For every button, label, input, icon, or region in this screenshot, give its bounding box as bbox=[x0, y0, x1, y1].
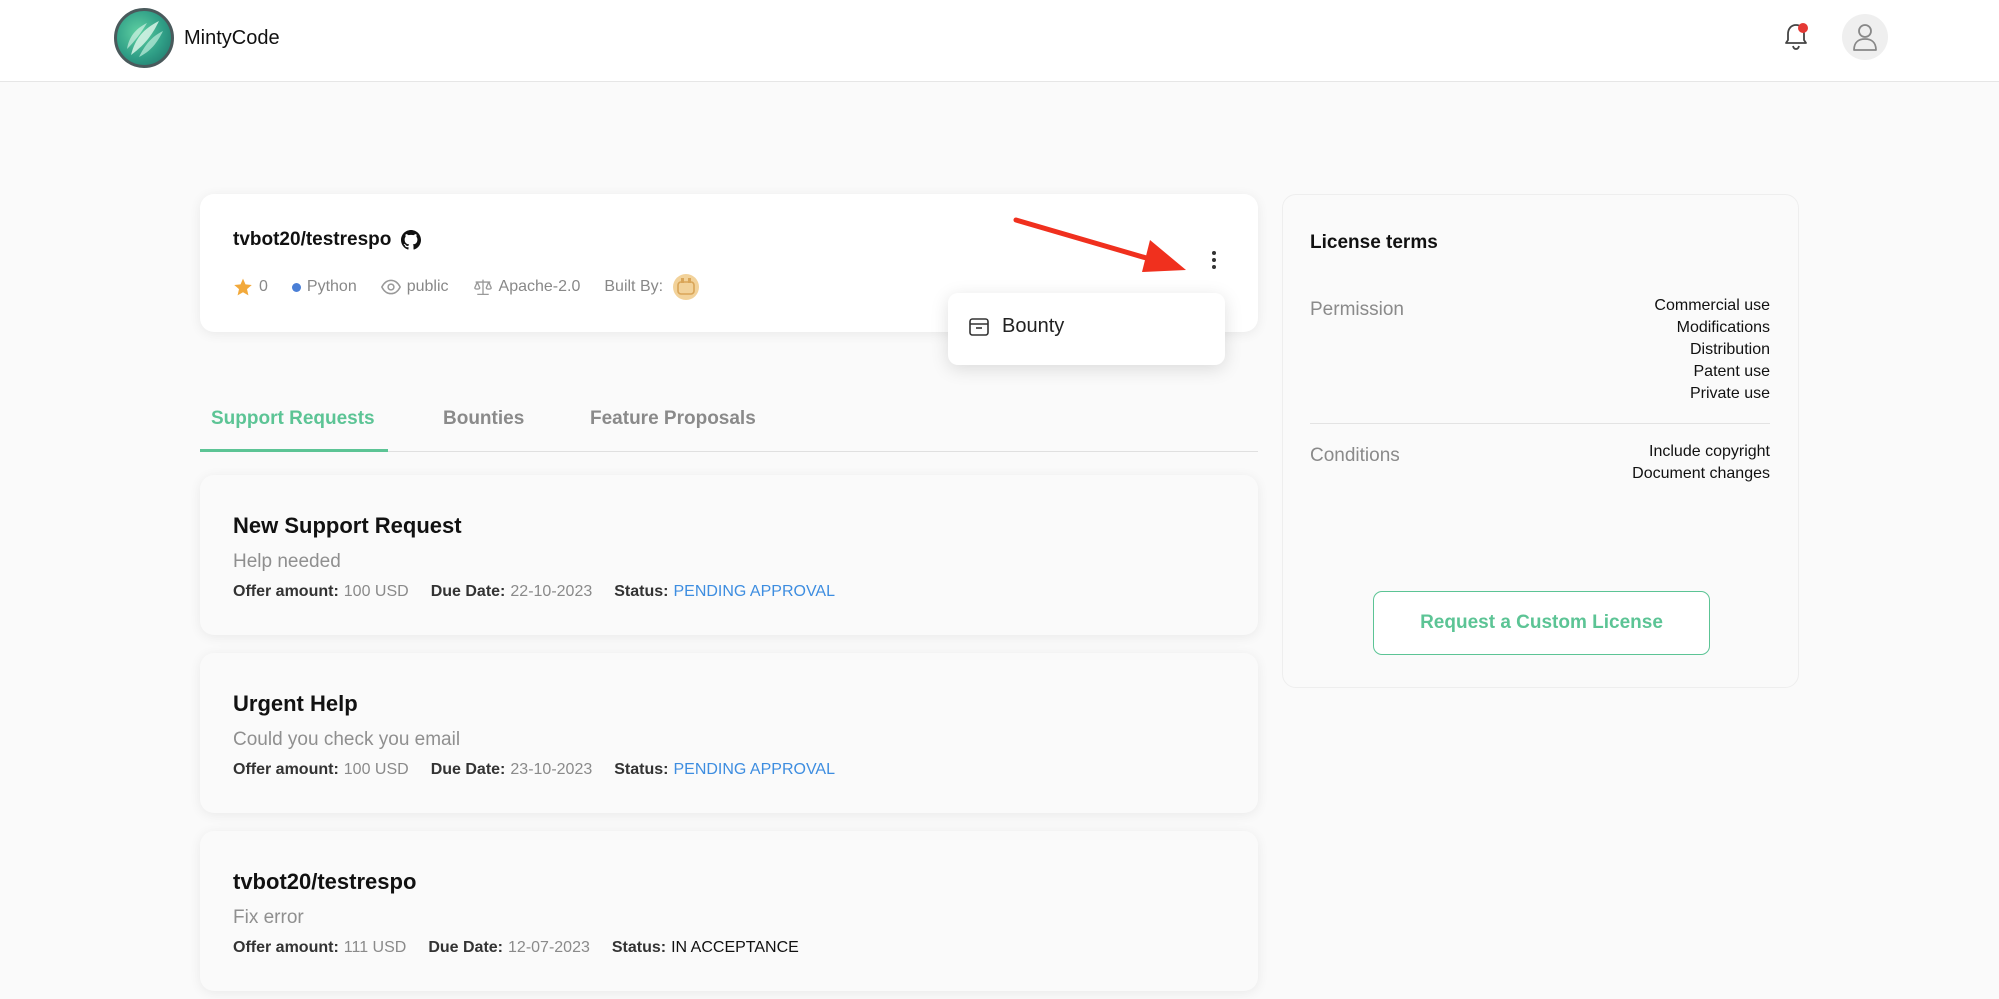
permission-label: Permission bbox=[1310, 299, 1404, 320]
permission-item: Distribution bbox=[1689, 341, 1770, 358]
license-badge: Apache-2.0 bbox=[473, 278, 580, 296]
annotation-arrow-icon bbox=[1013, 217, 1186, 272]
stars-count: 0 bbox=[233, 277, 268, 297]
permission-item: Commercial use bbox=[1654, 297, 1770, 314]
top-header: MintyCode bbox=[0, 0, 1999, 82]
scale-icon bbox=[473, 278, 493, 296]
eye-icon bbox=[380, 279, 401, 295]
tab-bounties[interactable]: Bounties bbox=[443, 408, 524, 430]
offer-value: 100 USD bbox=[343, 761, 409, 778]
permission-list: Commercial use Modifications Distributio… bbox=[1654, 295, 1770, 405]
request-meta: Offer amount: 111 USD Due Date: 12-07-20… bbox=[233, 939, 799, 957]
tab-support-requests[interactable]: Support Requests bbox=[211, 408, 375, 430]
conditions-label: Conditions bbox=[1310, 445, 1400, 466]
request-meta: Offer amount: 100 USD Due Date: 23-10-20… bbox=[233, 761, 835, 779]
permission-item: Patent use bbox=[1693, 363, 1771, 380]
offer-value: 111 USD bbox=[343, 939, 407, 956]
repo-name[interactable]: tvbot20/testrespo bbox=[233, 229, 391, 251]
offer-label: Offer amount: bbox=[233, 761, 339, 778]
offer-label: Offer amount: bbox=[233, 583, 339, 600]
divider bbox=[1310, 423, 1770, 424]
status-label: Status: bbox=[614, 583, 669, 600]
due-label: Due Date: bbox=[430, 761, 506, 778]
options-dropdown: Bounty bbox=[948, 293, 1225, 365]
github-icon[interactable] bbox=[401, 230, 422, 250]
request-description: Could you check you email bbox=[233, 729, 461, 750]
request-description: Help needed bbox=[233, 551, 341, 572]
permission-item: Modifications bbox=[1676, 319, 1770, 336]
status-badge: PENDING APPROVAL bbox=[673, 761, 835, 778]
brand[interactable]: MintyCode bbox=[114, 8, 280, 68]
status-label: Status: bbox=[614, 761, 669, 778]
request-meta: Offer amount: 100 USD Due Date: 22-10-20… bbox=[233, 583, 835, 601]
dropdown-item-bounty[interactable]: Bounty bbox=[968, 315, 1064, 338]
condition-item: Include copyright bbox=[1649, 443, 1770, 460]
request-title: tvbot20/testrespo bbox=[233, 869, 417, 894]
built-by: Built By: bbox=[604, 274, 700, 300]
brand-name: MintyCode bbox=[184, 26, 280, 49]
status-label: Status: bbox=[611, 939, 667, 956]
repo-meta: 0 Python public Apache-2.0 Built By: bbox=[233, 274, 723, 300]
request-title: New Support Request bbox=[233, 513, 462, 538]
request-description: Fix error bbox=[233, 907, 304, 928]
license-title: License terms bbox=[1310, 232, 1438, 253]
due-value: 22-10-2023 bbox=[510, 583, 593, 600]
notification-badge bbox=[1798, 23, 1808, 33]
request-card[interactable]: New Support Request Help needed Offer am… bbox=[200, 475, 1258, 635]
active-tab-indicator bbox=[200, 449, 388, 452]
tab-feature-proposals[interactable]: Feature Proposals bbox=[590, 408, 756, 430]
status-badge: PENDING APPROVAL bbox=[673, 583, 835, 600]
due-label: Due Date: bbox=[428, 939, 504, 956]
offer-label: Offer amount: bbox=[233, 939, 339, 956]
tab-bar: Support Requests Bounties Feature Propos… bbox=[200, 400, 1258, 452]
visibility: public bbox=[380, 278, 449, 296]
due-value: 23-10-2023 bbox=[510, 761, 593, 778]
box-icon bbox=[968, 316, 990, 338]
offer-value: 100 USD bbox=[343, 583, 409, 600]
license-terms-card: License terms Permission Commercial use … bbox=[1282, 194, 1799, 688]
request-title: Urgent Help bbox=[233, 691, 358, 716]
request-card[interactable]: Urgent Help Could you check you email Of… bbox=[200, 653, 1258, 813]
request-card[interactable]: tvbot20/testrespo Fix error Offer amount… bbox=[200, 831, 1258, 991]
mintycode-logo-icon bbox=[114, 8, 174, 68]
permission-item: Private use bbox=[1689, 385, 1770, 402]
more-options-icon[interactable] bbox=[1200, 245, 1228, 275]
user-avatar-icon[interactable] bbox=[1842, 14, 1888, 60]
condition-item: Document changes bbox=[1632, 465, 1770, 482]
conditions-list: Include copyright Document changes bbox=[1632, 441, 1770, 485]
language-dot-icon bbox=[291, 282, 301, 292]
due-label: Due Date: bbox=[430, 583, 506, 600]
due-value: 12-07-2023 bbox=[508, 939, 590, 956]
status-badge: IN ACCEPTANCE bbox=[671, 939, 799, 956]
repo-title: tvbot20/testrespo bbox=[233, 229, 422, 251]
star-icon bbox=[233, 277, 253, 297]
contributor-avatar-icon[interactable] bbox=[673, 274, 700, 300]
language: Python bbox=[291, 278, 357, 296]
request-custom-license-button[interactable]: Request a Custom License bbox=[1373, 591, 1710, 655]
